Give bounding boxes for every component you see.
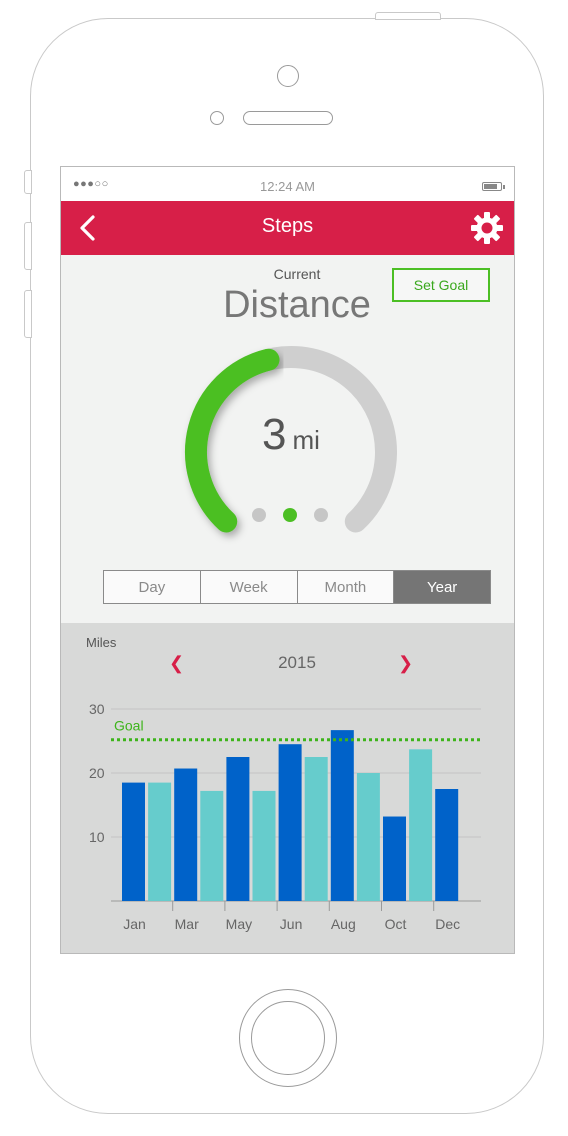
earpiece-speaker <box>243 111 333 125</box>
bar <box>252 790 276 901</box>
status-bar: ●●●○○ 12:24 AM <box>61 167 514 201</box>
tab-year[interactable]: Year <box>394 571 490 603</box>
y-tick-label: 20 <box>89 765 105 781</box>
tab-month[interactable]: Month <box>298 571 395 603</box>
bar <box>174 768 198 901</box>
power-button <box>375 12 441 20</box>
gear-icon[interactable] <box>470 211 504 245</box>
bar <box>356 773 380 901</box>
y-tick-label: 30 <box>89 701 105 717</box>
y-tick-label: 10 <box>89 829 105 845</box>
set-goal-button[interactable]: Set Goal <box>392 268 490 302</box>
x-tick-label: Jan <box>123 916 146 932</box>
battery-icon <box>482 182 505 191</box>
page-dot[interactable] <box>283 508 297 522</box>
bar <box>148 782 172 901</box>
bar <box>226 757 250 901</box>
x-tick-label: Aug <box>331 916 356 932</box>
x-tick-label: Dec <box>435 916 460 932</box>
page-dot[interactable] <box>314 508 328 522</box>
bar <box>278 744 302 901</box>
bar <box>435 789 459 901</box>
tab-week[interactable]: Week <box>201 571 298 603</box>
nav-bar: Steps <box>61 201 514 255</box>
volume-up-button <box>24 222 32 270</box>
mute-switch <box>24 170 32 194</box>
volume-down-button <box>24 290 32 338</box>
front-camera <box>210 111 224 125</box>
distance-unit: mi <box>292 425 320 455</box>
page-dot[interactable] <box>252 508 266 522</box>
home-button-ring <box>251 1001 325 1075</box>
x-tick-label: Oct <box>385 916 407 932</box>
app-screen: ●●●○○ 12:24 AM Steps Current Distance Se… <box>60 166 515 954</box>
bar <box>304 757 328 901</box>
status-time: 12:24 AM <box>260 179 315 194</box>
period-selector: Day Week Month Year <box>103 570 491 604</box>
monthly-distance-chart: 10 20 30 Jan Mar May Jun Aug Oct Dec Goal <box>89 701 481 932</box>
x-tick-label: Mar <box>175 916 199 932</box>
bar <box>383 816 406 901</box>
distance-value: 3 <box>262 410 287 459</box>
bar <box>200 790 224 901</box>
page-title: Steps <box>261 215 314 237</box>
bar <box>330 730 354 901</box>
proximity-sensor <box>277 65 299 87</box>
bar <box>122 782 145 901</box>
x-tick-label: May <box>226 916 252 932</box>
home-button[interactable] <box>239 989 337 1087</box>
bar <box>409 749 433 901</box>
tab-day[interactable]: Day <box>104 571 201 603</box>
x-tick-label: Jun <box>280 916 303 932</box>
gauge-value: 3 mi <box>171 410 411 460</box>
goal-label: Goal <box>114 718 144 734</box>
chart-panel: Miles ❮ 2015 ❯ 10 20 30 Jan Mar May Jun Aug Oct D… <box>61 623 514 953</box>
